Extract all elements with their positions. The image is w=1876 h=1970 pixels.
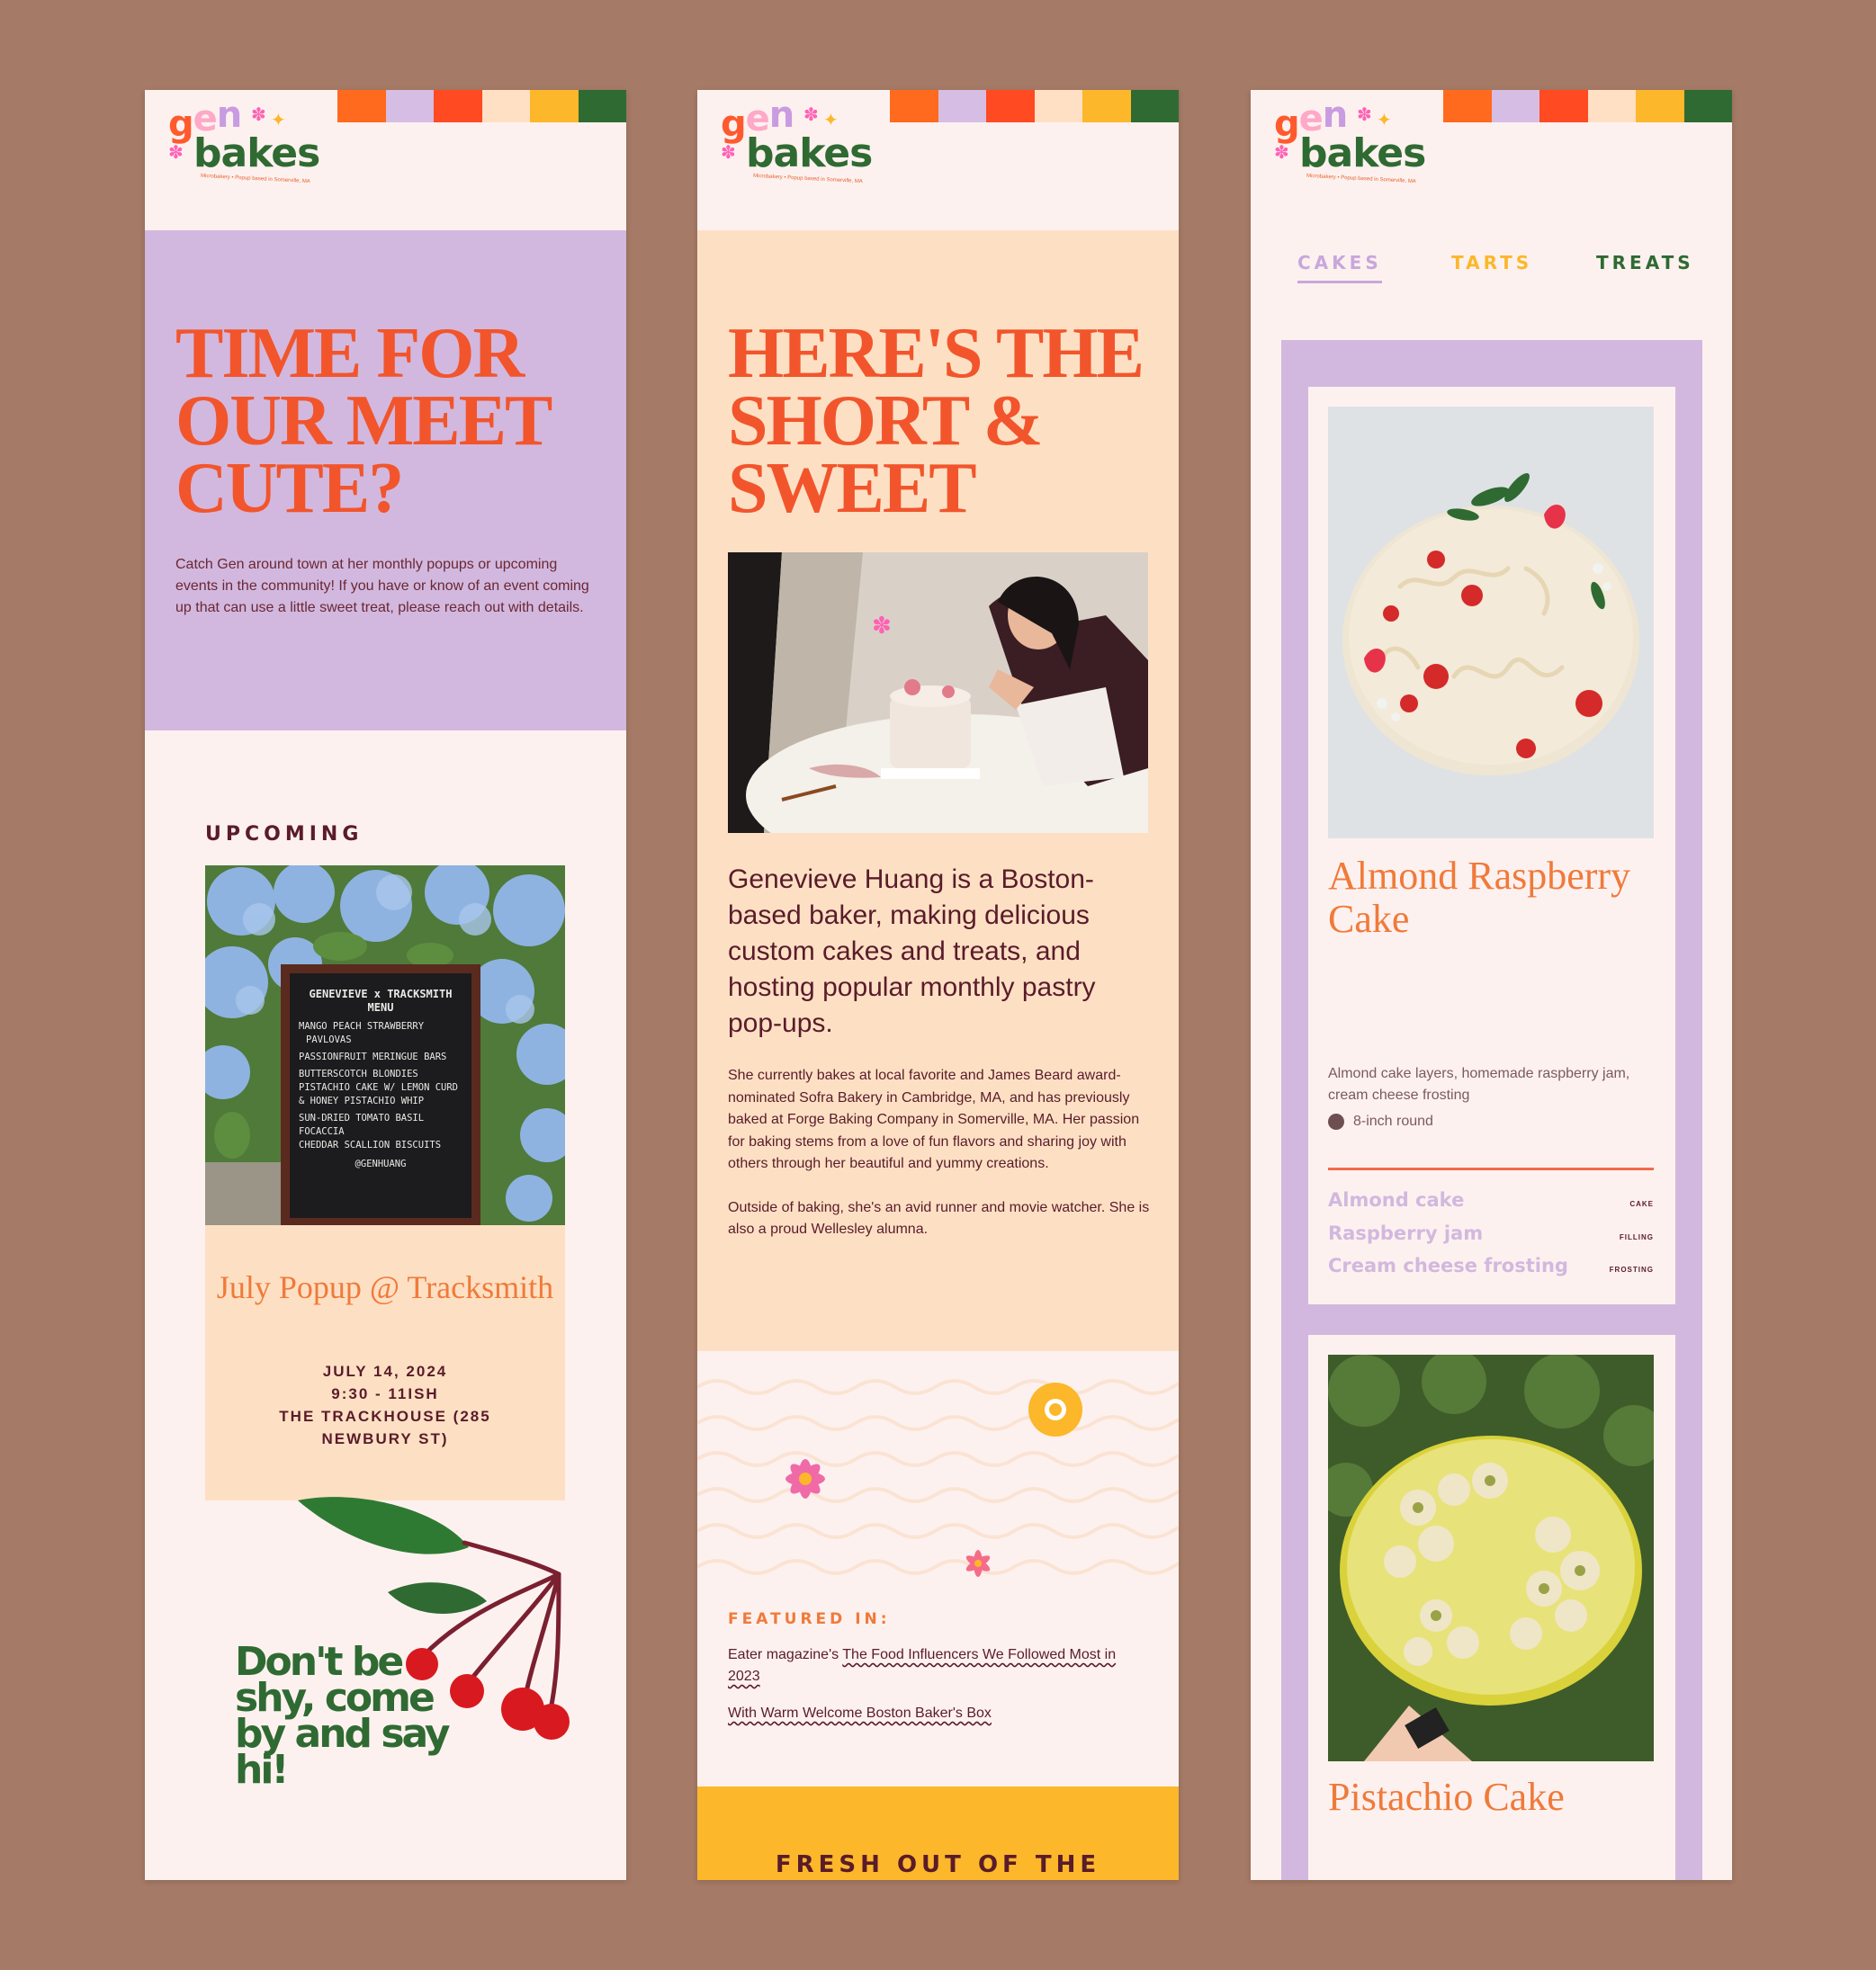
category-tabs: CAKES TARTS TREATS: [1251, 252, 1732, 306]
divider: [1328, 1168, 1654, 1170]
tab-tarts[interactable]: TARTS: [1451, 252, 1532, 273]
product-card[interactable]: Almond Raspberry Cake Almond cake layers…: [1308, 387, 1675, 1304]
menu-page-mockup: gen ✽ ✦ ✽ bakes Microbakery • Popup base…: [1251, 90, 1732, 1880]
size-dot-icon: [1328, 1114, 1344, 1130]
menu-board-item: & HONEY PISTACHIO WHIP: [299, 1096, 425, 1106]
about-page-mockup: gen ✽ ✦ ✽ bakes Microbakery • Popup base…: [697, 90, 1179, 1880]
fresh-heading: FRESH OUT OF THE: [775, 1851, 1101, 1878]
logo-sparkle-icon: ✦: [271, 111, 286, 130]
ingredient-row: Raspberry jam FILLING: [1328, 1222, 1654, 1244]
hero-description: Catch Gen around town at her monthly pop…: [175, 557, 589, 615]
product-card[interactable]: Pistachio Cake: [1308, 1335, 1675, 1880]
ingredient-name: Raspberry jam: [1328, 1222, 1484, 1244]
menu-board-item: MANGO PEACH STRAWBERRY: [299, 1021, 425, 1032]
ingredient-type: FILLING: [1619, 1233, 1654, 1241]
event-title: July Popup @ Tracksmith: [216, 1269, 554, 1305]
menu-board-handle: @GENHUANG: [355, 1159, 407, 1169]
fresh-section: FRESH OUT OF THE: [697, 1786, 1179, 1880]
event-location: THE TRACKHOUSE (285 NEWBURY ST): [279, 1408, 491, 1447]
sunflower-icon: [1028, 1383, 1082, 1437]
product-name: Almond Raspberry Cake: [1328, 854, 1631, 941]
featured-heading: FEATURED IN:: [728, 1610, 891, 1628]
gen-bakes-logo[interactable]: gen ✽ ✦ ✽ bakes Microbakery • Popup base…: [168, 97, 339, 205]
about-paragraph: Outside of baking, she's an avid runner …: [728, 1199, 1150, 1238]
site-header: gen ✽ ✦ ✽ bakes Microbakery • Popup base…: [145, 90, 626, 230]
logo-flower-icon: ✽: [721, 143, 736, 163]
about-paragraph: She currently bakes at local favorite an…: [728, 1068, 1140, 1171]
event-card[interactable]: July Popup @ Tracksmith JULY 14, 2024 9:…: [205, 1225, 565, 1500]
product-list: Almond Raspberry Cake Almond cake layers…: [1281, 340, 1702, 1880]
almond-raspberry-cake-photo: [1328, 407, 1654, 838]
pistachio-cake-photo: [1328, 1355, 1654, 1761]
event-time: 9:30 - 11ISH: [331, 1385, 439, 1402]
site-header: gen ✽ ✦ ✽ bakes Microbakery • Popup base…: [1251, 90, 1732, 230]
product-size: 8-inch round: [1328, 1114, 1433, 1130]
page-title: TIME FOR OUR MEET CUTE?: [175, 314, 552, 528]
logo-flower-icon: ✽: [803, 105, 819, 125]
menu-board-item: PASSIONFRUIT MERINGUE BARS: [299, 1052, 447, 1062]
popup-menu-photo: GENEVIEVE x TRACKSMITH MENU MANGO PEACH …: [205, 865, 565, 1225]
product-name: Pistachio Cake: [1328, 1775, 1565, 1819]
pink-flower-icon: [785, 1459, 825, 1499]
events-page-mockup: gen ✽ ✦ ✽ bakes Microbakery • Popup base…: [145, 90, 626, 1880]
logo-sparkle-icon: ✦: [1377, 111, 1392, 130]
color-stripe-bar: [1443, 90, 1732, 122]
logo-flower-icon: ✽: [1357, 105, 1372, 125]
color-stripe-bar: [337, 90, 626, 122]
logo-flower-icon: ✽: [1274, 143, 1289, 163]
menu-board-item: PAVLOVAS: [306, 1034, 352, 1045]
menu-board-subtitle: MENU: [367, 1001, 394, 1014]
ingredient-row: Almond cake CAKE: [1328, 1189, 1654, 1211]
about-body: She currently bakes at local favorite an…: [728, 1065, 1151, 1241]
featured-item: With Warm Welcome Boston Baker's Box: [728, 1703, 1151, 1724]
ingredient-name: Cream cheese frosting: [1328, 1255, 1568, 1276]
svg-text:✽: ✽: [872, 613, 892, 640]
product-description: Almond cake layers, homemade raspberry j…: [1328, 1066, 1630, 1103]
site-header: gen ✽ ✦ ✽ bakes Microbakery • Popup base…: [697, 90, 1179, 230]
menu-board-title: GENEVIEVE x TRACKSMITH: [309, 988, 453, 1000]
about-section: HERE'S THE SHORT & SWEET ✽ Genevieve Hua…: [697, 230, 1179, 1351]
gen-bakes-logo[interactable]: gen ✽ ✦ ✽ bakes Microbakery • Popup base…: [721, 97, 892, 205]
menu-board-item: PISTACHIO CAKE W/ LEMON CURD: [299, 1082, 459, 1093]
logo-sparkle-icon: ✦: [823, 111, 839, 130]
tab-treats[interactable]: TREATS: [1596, 252, 1694, 273]
baker-photo: ✽: [728, 552, 1148, 833]
about-lead: Genevieve Huang is a Boston-based baker,…: [728, 864, 1096, 1038]
page-title: HERE'S THE SHORT & SWEET: [728, 314, 1144, 528]
logo-flower-icon: ✽: [168, 143, 184, 163]
cta-message: Don't be shy, come by and say hi!: [235, 1639, 451, 1793]
event-date: JULY 14, 2024: [322, 1363, 448, 1380]
featured-prefix: Eater magazine's: [728, 1647, 843, 1662]
ingredient-type: CAKE: [1629, 1200, 1654, 1208]
color-stripe-bar: [890, 90, 1179, 122]
featured-link[interactable]: With Warm Welcome Boston Baker's Box: [728, 1706, 992, 1721]
menu-board-item: CHEDDAR SCALLION BISCUITS: [299, 1140, 442, 1151]
product-size-label: 8-inch round: [1353, 1114, 1433, 1129]
menu-board: GENEVIEVE x TRACKSMITH MENU MANGO PEACH …: [290, 973, 471, 1218]
featured-item: Eater magazine's The Food Influencers We…: [728, 1644, 1151, 1688]
ingredient-name: Almond cake: [1328, 1189, 1465, 1211]
gen-bakes-logo[interactable]: gen ✽ ✦ ✽ bakes Microbakery • Popup base…: [1274, 97, 1445, 205]
events-hero: TIME FOR OUR MEET CUTE? Catch Gen around…: [145, 230, 626, 730]
menu-board-item: SUN-DRIED TOMATO BASIL FOCACCIA: [299, 1113, 425, 1137]
upcoming-heading: UPCOMING: [205, 823, 364, 846]
logo-bakes-text: bakes: [746, 130, 873, 176]
featured-list: Eater magazine's The Food Influencers We…: [728, 1644, 1151, 1740]
ingredient-row: Cream cheese frosting FROSTING: [1328, 1255, 1654, 1276]
event-details: JULY 14, 2024 9:30 - 11ISH THE TRACKHOUS…: [241, 1360, 529, 1450]
logo-bakes-text: bakes: [193, 130, 320, 176]
ingredient-type: FROSTING: [1609, 1266, 1654, 1274]
logo-bakes-text: bakes: [1299, 130, 1426, 176]
tab-cakes[interactable]: CAKES: [1297, 252, 1382, 283]
logo-flower-icon: ✽: [251, 105, 266, 125]
menu-board-item: BUTTERSCOTCH BLONDIES: [299, 1069, 418, 1079]
wavy-flower-decoration: [697, 1379, 1179, 1577]
